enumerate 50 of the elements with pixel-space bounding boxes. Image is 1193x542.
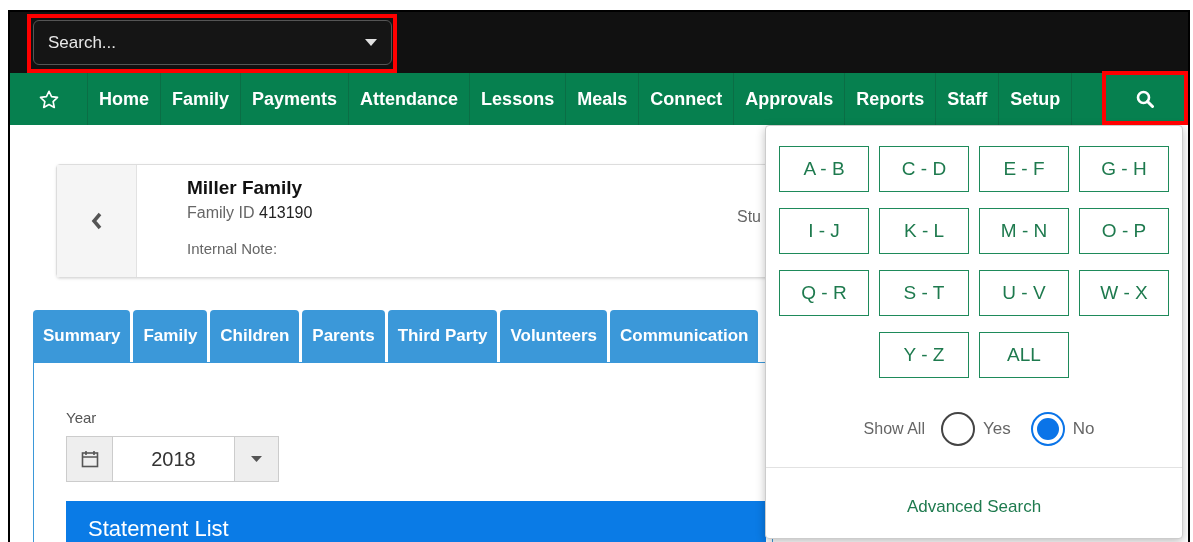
tab[interactable]: Family [133, 310, 208, 362]
nav-link[interactable]: Meals [566, 73, 640, 125]
letter-range-button[interactable]: S - T [879, 270, 969, 316]
search-field[interactable]: Search... [33, 20, 392, 65]
letter-range-button[interactable]: Q - R [779, 270, 869, 316]
tab[interactable]: Parents [302, 310, 385, 362]
tab[interactable]: Summary [33, 310, 131, 362]
letter-range-button[interactable]: A - B [779, 146, 869, 192]
letter-range-button[interactable]: ALL [979, 332, 1069, 378]
nav-link[interactable]: Attendance [349, 73, 471, 125]
nav-link[interactable]: Payments [241, 73, 350, 125]
nav-link[interactable]: Home [88, 73, 161, 125]
letter-range-button[interactable]: Y - Z [879, 332, 969, 378]
radio-button[interactable] [1030, 412, 1065, 446]
chevron-left-icon [90, 212, 103, 230]
nav-link[interactable]: Family [161, 73, 242, 125]
year-label: Year [66, 408, 98, 428]
radio-button[interactable] [940, 412, 975, 446]
letter-range-button[interactable]: G - H [1079, 146, 1169, 192]
tab[interactable]: Volunteers [500, 310, 607, 362]
tab[interactable]: Communication [610, 310, 759, 362]
radio-label: No [1072, 418, 1095, 441]
star-icon[interactable] [38, 89, 59, 109]
letter-range-button[interactable]: O - P [1079, 208, 1169, 254]
show-all-label: Show All [863, 419, 925, 439]
letter-range-button[interactable]: M - N [979, 208, 1069, 254]
search-icon[interactable] [1136, 90, 1154, 108]
section-title: Statement List [88, 515, 229, 541]
letter-range-button[interactable]: W - X [1079, 270, 1169, 316]
calendar-icon [80, 449, 99, 468]
tab[interactable]: Third Party [387, 310, 498, 362]
letter-range-button[interactable]: I - J [779, 208, 869, 254]
caret-icon [251, 455, 262, 462]
tab[interactable]: Children [210, 310, 300, 362]
year-picker[interactable]: 2018 [66, 435, 279, 482]
internal-note-label: Internal Note: [187, 239, 279, 259]
nav-link[interactable]: Connect [639, 73, 735, 125]
advanced-search-link[interactable]: Advanced Search [906, 497, 1042, 516]
family-id-value: 413190 [259, 204, 313, 221]
radio-label: Yes [982, 418, 1011, 441]
letter-range-button[interactable]: U - V [979, 270, 1069, 316]
letter-range-button[interactable]: E - F [979, 146, 1069, 192]
family-id-label: Family ID [187, 204, 255, 221]
nav-link[interactable]: Lessons [470, 73, 567, 125]
letter-range-button[interactable]: K - L [879, 208, 969, 254]
side-label: Stu [737, 207, 761, 227]
letter-range-button[interactable]: C - D [879, 146, 969, 192]
caret-icon [365, 39, 377, 46]
family-name: Miller Family [187, 176, 304, 200]
search-placeholder: Search... [48, 31, 117, 54]
